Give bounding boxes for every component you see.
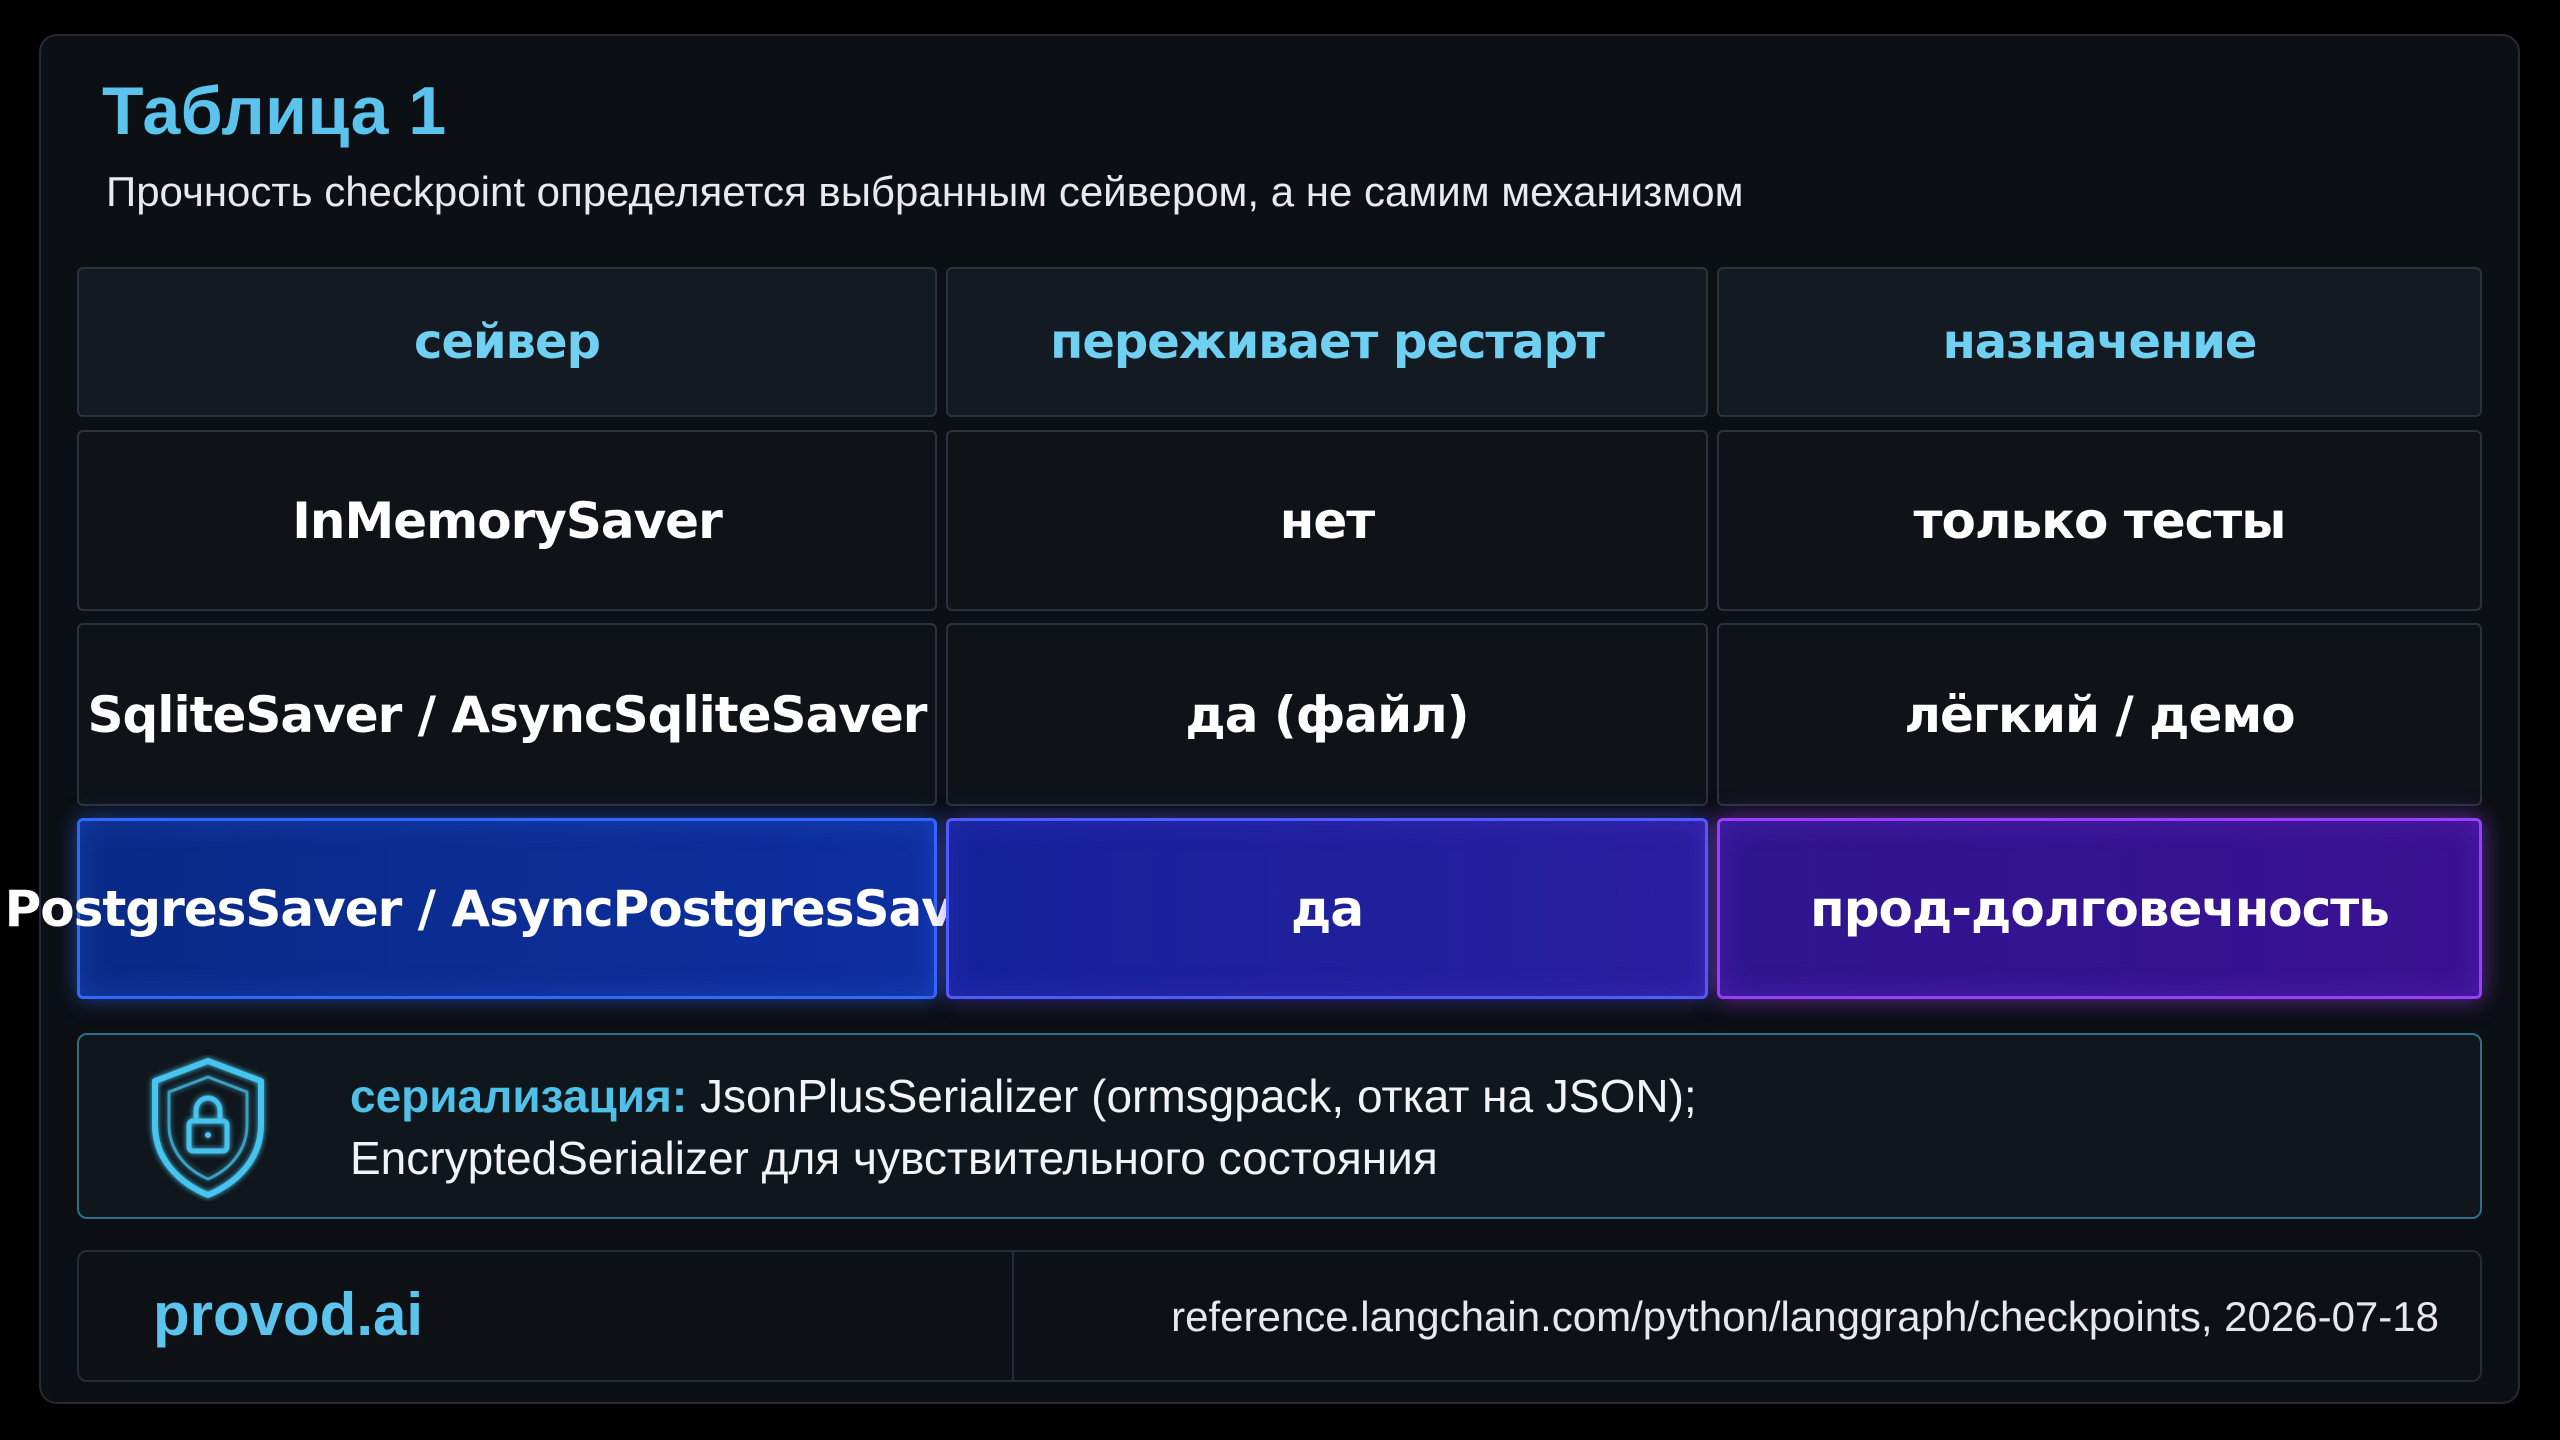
- table-cell-highlighted: прод-долговечность: [1717, 818, 2482, 999]
- serialization-note-line2: EncryptedSerializer для чувствительного …: [350, 1132, 1438, 1184]
- page-title: Таблица 1: [102, 73, 447, 149]
- table-cell: только тесты: [1717, 430, 2482, 611]
- source-reference: reference.langchain.com/python/langgraph…: [1171, 1293, 2439, 1340]
- serialization-note-line1-text: JsonPlusSerializer (ormsgpack, откат на …: [687, 1070, 1697, 1122]
- shield-lock-icon: [152, 1058, 264, 1198]
- table-cell: нет: [946, 430, 1708, 611]
- table-cell-highlighted: PostgresSaver / AsyncPostgresSaver: [5, 818, 1010, 999]
- table-cell: SqliteSaver / AsyncSqliteSaver: [77, 623, 937, 806]
- table-header-purpose: назначение: [1717, 267, 2482, 417]
- table-header-survives-restart: переживает рестарт: [946, 267, 1708, 417]
- table-header-saver: сейвер: [77, 267, 937, 417]
- table-cell: да (файл): [946, 623, 1708, 806]
- table-cell: лёгкий / демо: [1717, 623, 2482, 806]
- serialization-key-label: сериализация:: [350, 1070, 688, 1122]
- footer-divider: [1012, 1252, 1014, 1380]
- table-cell: InMemorySaver: [77, 430, 937, 611]
- table-cell-highlighted: да: [946, 818, 1708, 999]
- serialization-note-line1: сериализация: JsonPlusSerializer (ormsgp…: [350, 1065, 1697, 1127]
- serialization-note-text: сериализация: JsonPlusSerializer (ormsgp…: [350, 1065, 1697, 1189]
- brand-logo-text: provod.ai: [153, 1281, 424, 1348]
- page-subtitle: Прочность checkpoint определяется выбран…: [106, 168, 1744, 215]
